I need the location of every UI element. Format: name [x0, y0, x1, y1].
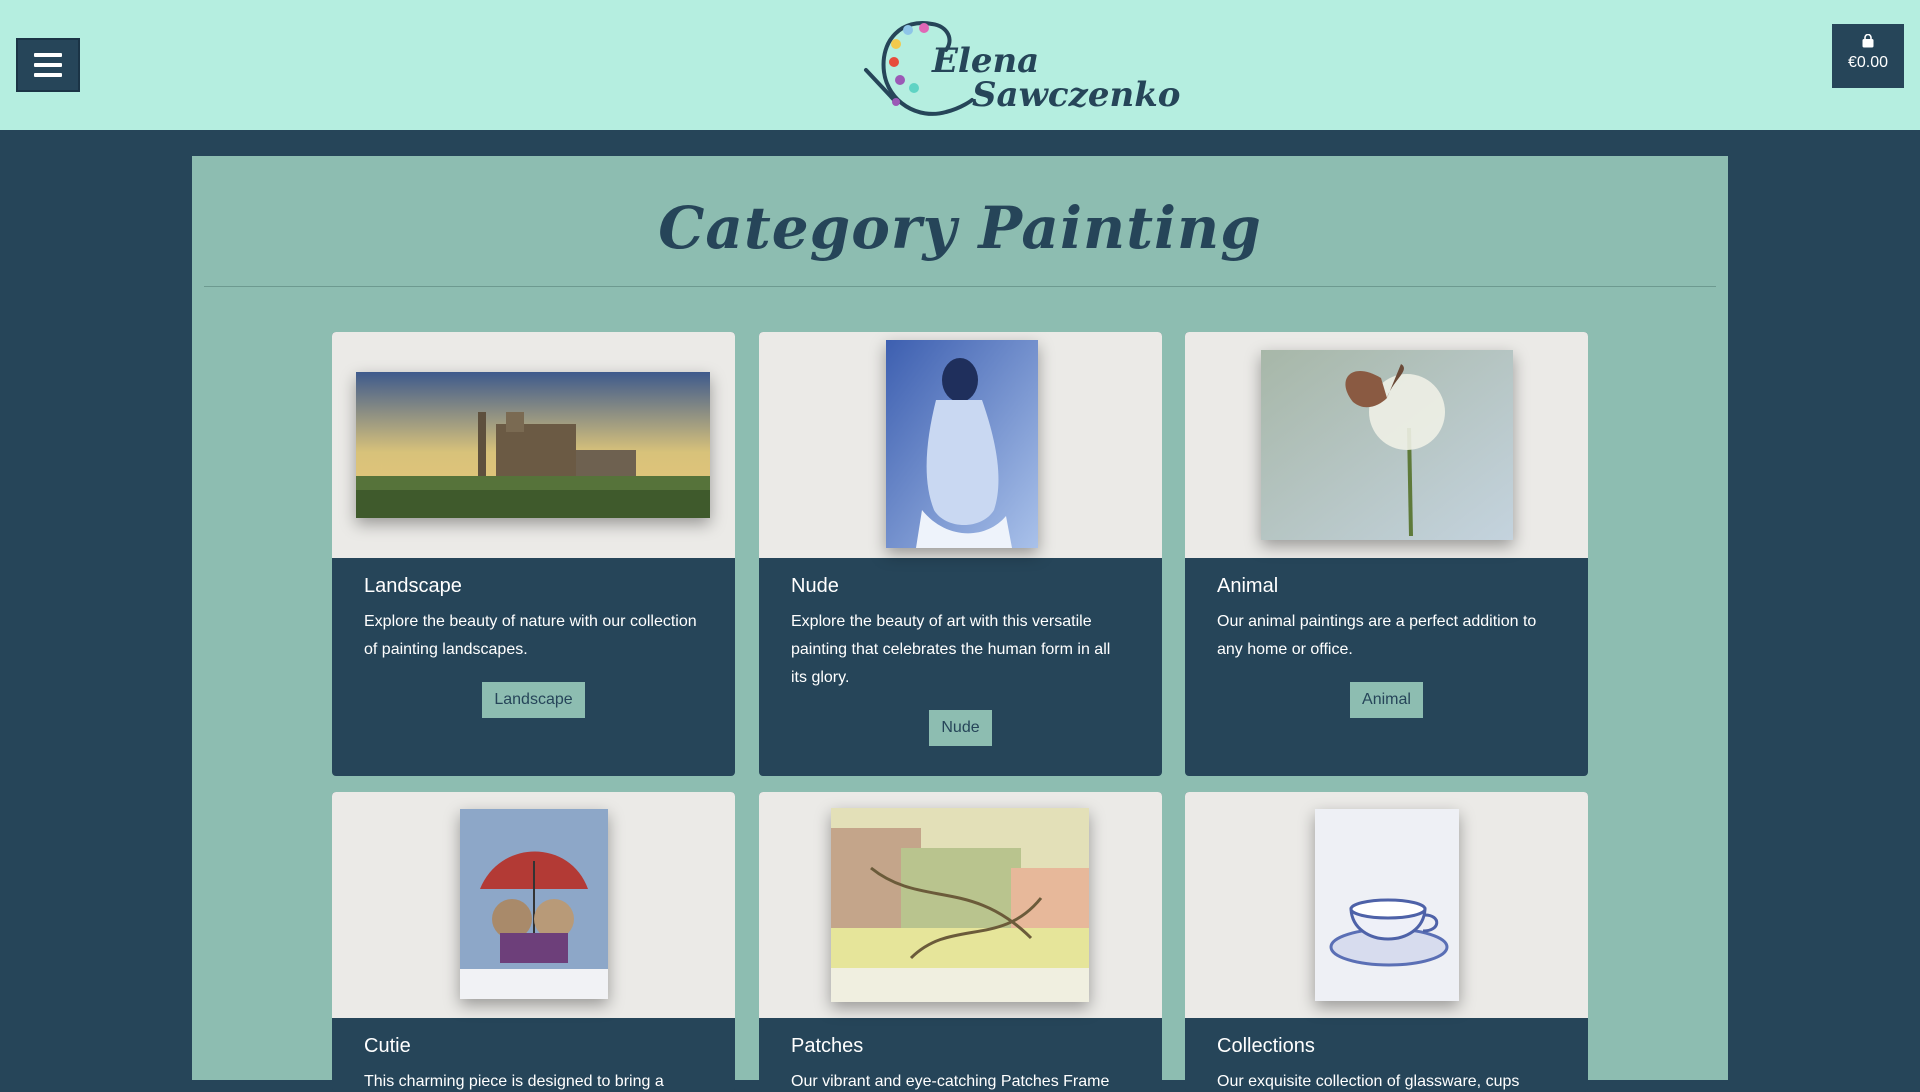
card-description: Our vibrant and eye-catching Patches Fra… — [791, 1073, 1110, 1090]
site-logo[interactable]: Elena Sawczenko — [862, 10, 1180, 122]
card-image-landscape[interactable] — [332, 332, 735, 558]
cart-total: €0.00 — [1847, 54, 1889, 71]
card-description: Explore the beauty of nature with our co… — [364, 613, 697, 658]
card-title: Nude — [791, 575, 839, 597]
category-panel: Category Painting Landscape Explore the … — [192, 156, 1728, 1092]
category-card-nude: Nude Explore the beauty of art with this… — [759, 332, 1162, 776]
card-title: Collections — [1217, 1035, 1315, 1057]
menu-button[interactable] — [16, 38, 80, 92]
card-image-nude[interactable] — [759, 332, 1162, 558]
card-title: Cutie — [364, 1035, 411, 1057]
page-title: Category Painting — [658, 194, 1262, 262]
category-card-patches: Patches Our vibrant and eye-catching Pat… — [759, 792, 1162, 1092]
category-card-cutie: Cutie This charming piece is designed to… — [332, 792, 735, 1092]
category-card-collections: Collections Our exquisite collection of … — [1185, 792, 1588, 1092]
cutie-painting-thumbnail — [460, 809, 608, 999]
card-title: Landscape — [364, 575, 462, 597]
category-card-landscape: Landscape Explore the beauty of nature w… — [332, 332, 735, 776]
landscape-painting-thumbnail — [356, 372, 710, 518]
nude-painting-thumbnail — [886, 340, 1038, 548]
card-description: Our exquisite collection of glassware, c… — [1217, 1073, 1520, 1090]
card-image-cutie[interactable] — [332, 792, 735, 1018]
card-image-patches[interactable] — [759, 792, 1162, 1018]
card-title: Patches — [791, 1035, 864, 1057]
site-header: Elena Sawczenko €0.00 — [0, 0, 1920, 130]
card-image-collections[interactable] — [1185, 792, 1588, 1018]
card-description: Our animal paintings are a perfect addit… — [1217, 613, 1537, 658]
landscape-button[interactable]: Landscape — [482, 682, 585, 718]
shopping-bag-icon — [1862, 34, 1874, 48]
card-image-animal[interactable] — [1185, 332, 1588, 558]
animal-button[interactable]: Animal — [1350, 682, 1423, 718]
logo-first-name: Elena — [932, 41, 1040, 81]
category-card-animal: Animal Our animal paintings are a perfec… — [1185, 332, 1588, 776]
title-divider — [204, 286, 1716, 287]
logo-last-name: Sawczenko — [972, 75, 1181, 115]
card-description: This charming piece is designed to bring… — [364, 1073, 664, 1090]
collections-painting-thumbnail — [1315, 809, 1459, 1001]
card-title: Animal — [1217, 575, 1279, 597]
patches-painting-thumbnail — [831, 808, 1089, 1002]
hamburger-icon — [34, 53, 62, 57]
cart-button[interactable]: €0.00 — [1832, 24, 1904, 88]
card-description: Explore the beauty of art with this vers… — [791, 613, 1111, 686]
nude-button[interactable]: Nude — [929, 710, 992, 746]
animal-painting-thumbnail — [1261, 350, 1513, 540]
